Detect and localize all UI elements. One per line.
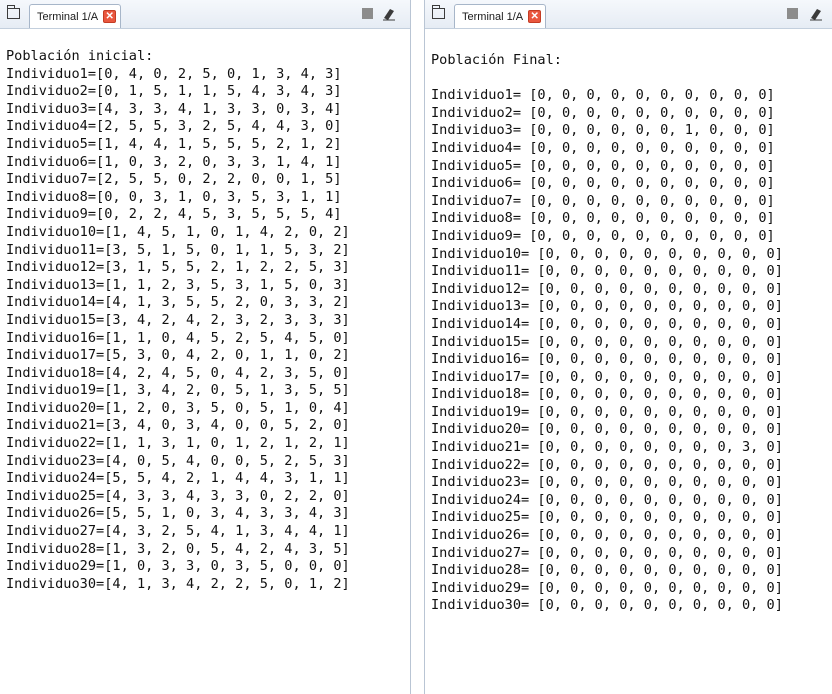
individual-row: Individuo21=[3, 4, 0, 3, 4, 0, 0, 5, 2, … xyxy=(6,417,350,434)
individual-row: Individuo18= [0, 0, 0, 0, 0, 0, 0, 0, 0,… xyxy=(431,386,783,403)
individual-row: Individuo24= [0, 0, 0, 0, 0, 0, 0, 0, 0,… xyxy=(431,491,783,508)
eraser-icon[interactable] xyxy=(382,7,396,21)
close-icon[interactable]: ✕ xyxy=(528,10,542,23)
terminal-panel-right: Terminal 1/A ✕ Población Final: Individuo… xyxy=(424,0,832,694)
close-icon[interactable]: ✕ xyxy=(103,10,117,23)
window-icon[interactable] xyxy=(431,5,445,19)
individual-row: Individuo27=[4, 3, 2, 5, 4, 1, 3, 4, 4, … xyxy=(6,523,350,540)
individual-row: Individuo22= [0, 0, 0, 0, 0, 0, 0, 0, 0,… xyxy=(431,456,783,473)
individual-row: Individuo9=[0, 2, 2, 4, 5, 3, 5, 5, 5, 4… xyxy=(6,206,342,223)
individual-row: Individuo15= [0, 0, 0, 0, 0, 0, 0, 0, 0,… xyxy=(431,333,783,350)
window-icon[interactable] xyxy=(6,5,20,19)
terminal-panel-left: Terminal 1/A ✕ Población inicial: Individ… xyxy=(0,0,411,694)
stop-icon[interactable] xyxy=(787,8,798,19)
tab-terminal[interactable]: Terminal 1/A ✕ xyxy=(454,4,547,28)
individual-row: Individuo20=[1, 2, 0, 3, 5, 0, 5, 1, 0, … xyxy=(6,399,350,416)
individual-row: Individuo29=[1, 0, 3, 3, 0, 3, 5, 0, 0, … xyxy=(6,558,350,575)
individual-row: Individuo27= [0, 0, 0, 0, 0, 0, 0, 0, 0,… xyxy=(431,544,783,561)
individual-row: Individuo2= [0, 0, 0, 0, 0, 0, 0, 0, 0, … xyxy=(431,104,775,121)
individual-row: Individuo4=[2, 5, 5, 3, 2, 5, 4, 4, 3, 0… xyxy=(6,118,342,135)
individual-row: Individuo11= [0, 0, 0, 0, 0, 0, 0, 0, 0,… xyxy=(431,263,783,280)
console-output: Población Final: Individuo1= [0, 0, 0, 0,… xyxy=(431,52,783,615)
individual-row: Individuo12= [0, 0, 0, 0, 0, 0, 0, 0, 0,… xyxy=(431,280,783,297)
individual-row: Individuo9= [0, 0, 0, 0, 0, 0, 0, 0, 0, … xyxy=(431,227,775,244)
individual-row: Individuo16=[1, 1, 0, 4, 5, 2, 5, 4, 5, … xyxy=(6,329,350,346)
console-header: Población Final: xyxy=(431,52,562,68)
individual-row: Individuo8=[0, 0, 3, 1, 0, 3, 5, 3, 1, 1… xyxy=(6,188,342,205)
individual-row: Individuo1=[0, 4, 0, 2, 5, 0, 1, 3, 4, 3… xyxy=(6,65,342,82)
individual-row: Individuo12=[3, 1, 5, 5, 2, 1, 2, 2, 5, … xyxy=(6,259,350,276)
individual-row: Individuo14= [0, 0, 0, 0, 0, 0, 0, 0, 0,… xyxy=(431,315,783,332)
individual-row: Individuo7= [0, 0, 0, 0, 0, 0, 0, 0, 0, … xyxy=(431,192,775,209)
individual-row: Individuo3= [0, 0, 0, 0, 0, 0, 1, 0, 0, … xyxy=(431,122,775,139)
individual-row: Individuo25=[4, 3, 3, 4, 3, 3, 0, 2, 2, … xyxy=(6,487,350,504)
individual-row: Individuo8= [0, 0, 0, 0, 0, 0, 0, 0, 0, … xyxy=(431,210,775,227)
individual-row: Individuo24=[5, 5, 4, 2, 1, 4, 4, 3, 1, … xyxy=(6,470,350,487)
individual-row: Individuo26=[5, 5, 1, 0, 3, 4, 3, 3, 4, … xyxy=(6,505,350,522)
individual-row: Individuo29= [0, 0, 0, 0, 0, 0, 0, 0, 0,… xyxy=(431,579,783,596)
individual-row: Individuo23=[4, 0, 5, 4, 0, 0, 5, 2, 5, … xyxy=(6,452,350,469)
individual-row: Individuo17= [0, 0, 0, 0, 0, 0, 0, 0, 0,… xyxy=(431,368,783,385)
individual-row: Individuo4= [0, 0, 0, 0, 0, 0, 0, 0, 0, … xyxy=(431,139,775,156)
console-header: Población inicial: xyxy=(6,48,154,64)
individual-row: Individuo5= [0, 0, 0, 0, 0, 0, 0, 0, 0, … xyxy=(431,157,775,174)
individual-row: Individuo7=[2, 5, 5, 0, 2, 2, 0, 0, 1, 5… xyxy=(6,171,342,188)
individual-row: Individuo17=[5, 3, 0, 4, 2, 0, 1, 1, 0, … xyxy=(6,347,350,364)
individual-row: Individuo2=[0, 1, 5, 1, 1, 5, 4, 3, 4, 3… xyxy=(6,83,342,100)
stop-icon[interactable] xyxy=(362,8,373,19)
individual-row: Individuo22=[1, 1, 3, 1, 0, 1, 2, 1, 2, … xyxy=(6,435,350,452)
console-output: Población inicial: Individuo1=[0, 4, 0, 2… xyxy=(6,48,350,593)
individual-row: Individuo25= [0, 0, 0, 0, 0, 0, 0, 0, 0,… xyxy=(431,509,783,526)
individual-row: Individuo28= [0, 0, 0, 0, 0, 0, 0, 0, 0,… xyxy=(431,562,783,579)
individual-row: Individuo11=[3, 5, 1, 5, 0, 1, 1, 5, 3, … xyxy=(6,241,350,258)
individual-row: Individuo15=[3, 4, 2, 4, 2, 3, 2, 3, 3, … xyxy=(6,311,350,328)
individual-row: Individuo3=[4, 3, 3, 4, 1, 3, 3, 0, 3, 4… xyxy=(6,100,342,117)
individual-row: Individuo10=[1, 4, 5, 1, 0, 1, 4, 2, 0, … xyxy=(6,223,350,240)
tab-terminal[interactable]: Terminal 1/A ✕ xyxy=(29,4,122,28)
individual-row: Individuo1= [0, 0, 0, 0, 0, 0, 0, 0, 0, … xyxy=(431,87,775,104)
individual-row: Individuo19=[1, 3, 4, 2, 0, 5, 1, 3, 5, … xyxy=(6,382,350,399)
individual-row: Individuo6= [0, 0, 0, 0, 0, 0, 0, 0, 0, … xyxy=(431,175,775,192)
individual-row: Individuo18=[4, 2, 4, 5, 0, 4, 2, 3, 5, … xyxy=(6,364,350,381)
individual-row: Individuo13= [0, 0, 0, 0, 0, 0, 0, 0, 0,… xyxy=(431,298,783,315)
tab-bar: Terminal 1/A ✕ xyxy=(0,0,410,29)
tab-label: Terminal 1/A xyxy=(37,10,99,23)
individual-row: Individuo13=[1, 1, 2, 3, 5, 3, 1, 5, 0, … xyxy=(6,276,350,293)
eraser-icon[interactable] xyxy=(809,7,823,21)
individual-row: Individuo14=[4, 1, 3, 5, 5, 2, 0, 3, 3, … xyxy=(6,294,350,311)
individual-row: Individuo21= [0, 0, 0, 0, 0, 0, 0, 0, 3,… xyxy=(431,439,783,456)
individual-row: Individuo6=[1, 0, 3, 2, 0, 3, 3, 1, 4, 1… xyxy=(6,153,342,170)
individual-row: Individuo28=[1, 3, 2, 0, 5, 4, 2, 4, 3, … xyxy=(6,540,350,557)
tab-bar: Terminal 1/A ✕ xyxy=(425,0,832,29)
individual-row: Individuo19= [0, 0, 0, 0, 0, 0, 0, 0, 0,… xyxy=(431,403,783,420)
individual-row: Individuo10= [0, 0, 0, 0, 0, 0, 0, 0, 0,… xyxy=(431,245,783,262)
individual-row: Individuo5=[1, 4, 4, 1, 5, 5, 5, 2, 1, 2… xyxy=(6,135,342,152)
individual-row: Individuo16= [0, 0, 0, 0, 0, 0, 0, 0, 0,… xyxy=(431,351,783,368)
tab-label: Terminal 1/A xyxy=(462,10,524,23)
individual-row: Individuo20= [0, 0, 0, 0, 0, 0, 0, 0, 0,… xyxy=(431,421,783,438)
individual-row: Individuo30=[4, 1, 3, 4, 2, 2, 5, 0, 1, … xyxy=(6,575,350,592)
individual-row: Individuo23= [0, 0, 0, 0, 0, 0, 0, 0, 0,… xyxy=(431,474,783,491)
individual-row: Individuo26= [0, 0, 0, 0, 0, 0, 0, 0, 0,… xyxy=(431,527,783,544)
individual-row: Individuo30= [0, 0, 0, 0, 0, 0, 0, 0, 0,… xyxy=(431,597,783,614)
